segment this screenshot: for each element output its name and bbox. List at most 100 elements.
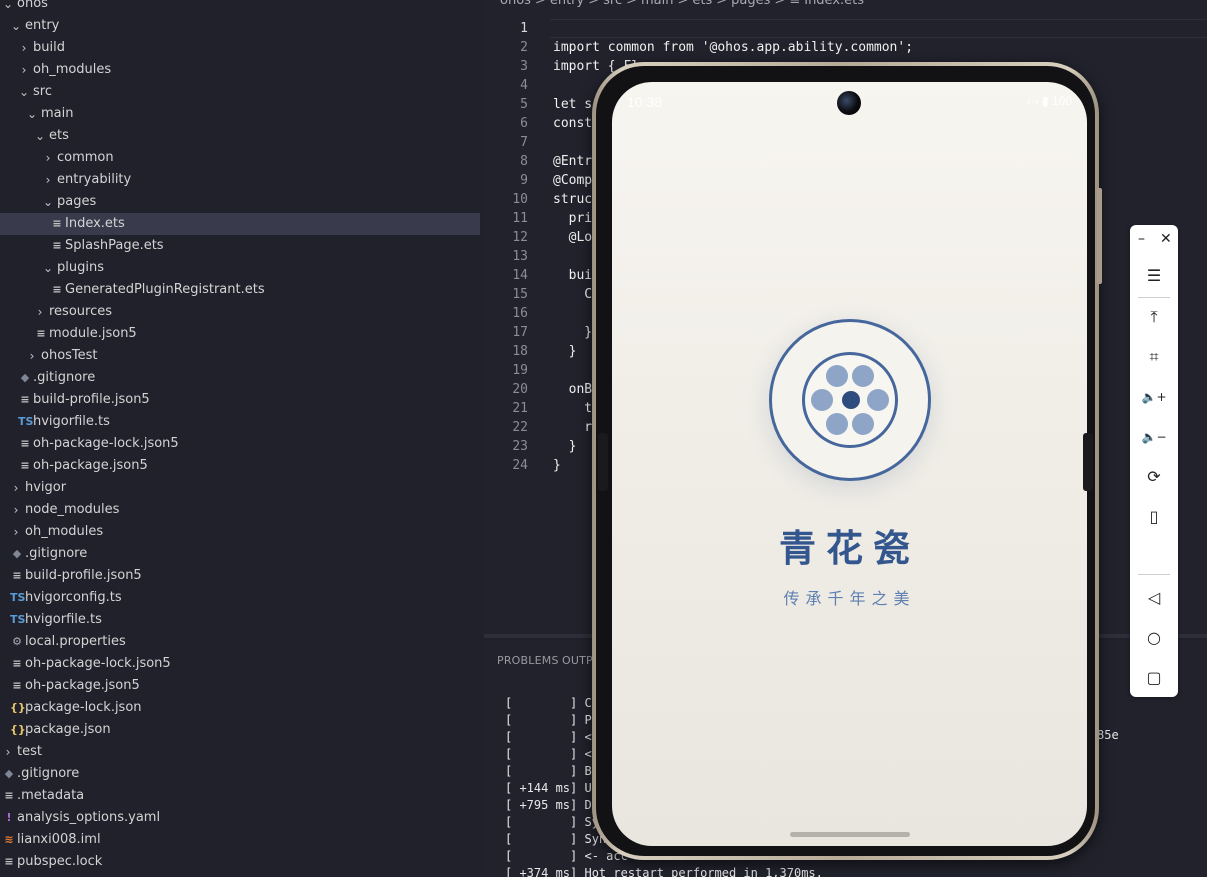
home-indicator[interactable] [790,832,910,837]
chevron-right-icon[interactable]: › [42,147,54,169]
file-item[interactable]: ≡ build-profile.json5 [0,389,480,411]
code-line[interactable]: } [553,437,577,456]
chevron-down-icon[interactable]: ⌄ [34,125,46,147]
code-line[interactable]: t [553,399,592,418]
breadcrumb-item[interactable]: src [603,0,622,8]
folder-item[interactable]: ⌄ ohos [0,0,480,15]
file-item[interactable]: ≡ build-profile.json5 [0,565,480,587]
code-line[interactable]: const [553,114,592,133]
code-line[interactable]: pri [553,209,593,228]
chevron-right-icon[interactable]: › [26,345,38,367]
chevron-down-icon[interactable]: ⌄ [26,103,38,125]
chevron-right-icon[interactable]: › [10,477,22,499]
code-line[interactable]: onB [553,380,593,399]
breadcrumb-item[interactable]: pages [731,0,770,8]
chevron-down-icon[interactable]: ⌄ [18,81,30,103]
code-line[interactable]: } [553,323,592,342]
file-item[interactable]: TS hvigorfile.ts [0,609,480,631]
file-item[interactable]: ≡ oh-package.json5 [0,455,480,477]
file-item[interactable]: {} package.json [0,719,480,741]
folder-item[interactable]: › node_modules [0,499,480,521]
close-icon[interactable]: ✕ [1160,231,1172,247]
chevron-right-icon[interactable]: › [2,741,14,763]
chevron-down-icon[interactable]: ⌄ [2,0,14,15]
file-item[interactable]: ≡ .metadata [0,785,480,807]
file-item[interactable]: ! analysis_options.yaml [0,807,480,829]
file-item[interactable]: TS hvigorfile.ts [0,411,480,433]
chevron-right-icon[interactable]: › [10,521,22,543]
chevron-down-icon[interactable]: ⌄ [42,191,54,213]
chevron-right-icon[interactable]: › [34,301,46,323]
breadcrumb-item[interactable]: ets [692,0,712,8]
code-line[interactable]: import common from '@ohos.app.ability.co… [553,38,913,57]
code-line[interactable]: struc [553,190,592,209]
code-line[interactable]: @Entr [553,152,592,171]
chevron-right-icon[interactable]: › [18,37,30,59]
folder-item[interactable]: › oh_modules [0,59,480,81]
menu-icon[interactable]: ☰ [1130,259,1178,293]
file-item[interactable]: ◆ .gitignore [0,367,480,389]
code-line[interactable]: r [553,418,592,437]
file-item[interactable]: ≋ lianxi008.iml [0,829,480,851]
home-icon[interactable]: ○ [1130,621,1178,655]
folder-item[interactable]: › hvigor [0,477,480,499]
folder-item[interactable]: ⌄ main [0,103,480,125]
chevron-right-icon[interactable]: › [10,499,22,521]
breadcrumb-item[interactable]: ohos [500,0,531,8]
file-item[interactable]: !pubspec.yaml [0,873,480,877]
file-item[interactable]: ≡ module.json5 [0,323,480,345]
device-screen[interactable]: 10:38 ‹·› ▮ 100 青花瓷 传承千年之美 [612,82,1087,846]
code-line[interactable]: } [553,342,577,361]
chevron-down-icon[interactable]: ⌄ [10,15,22,37]
folder-item[interactable]: › common [0,147,480,169]
rotate-icon[interactable]: ⟳ [1130,460,1178,494]
folder-item[interactable]: ⌄ entry [0,15,480,37]
folder-item[interactable]: ⌄ plugins [0,257,480,279]
chevron-right-icon[interactable]: › [42,169,54,191]
chevron-down-icon[interactable]: ⌄ [42,257,54,279]
folder-item[interactable]: › entryability [0,169,480,191]
file-item[interactable]: ≡ pubspec.lock [0,851,480,873]
file-item[interactable]: TS hvigorconfig.ts [0,587,480,609]
code-line[interactable]: bui [553,266,593,285]
breadcrumb-item[interactable]: ≡ [789,0,800,8]
file-item[interactable]: ≡ Index.ets [0,213,480,235]
file-item[interactable]: ≡ oh-package-lock.json5 [0,433,480,455]
volume-down-icon[interactable]: 🔈− [1130,420,1178,454]
tab-output[interactable]: OUTP [562,654,593,667]
code-line[interactable]: } [553,456,561,475]
folder-item[interactable]: › build [0,37,480,59]
breadcrumb-item[interactable]: Index.ets [804,0,864,8]
chevron-right-icon[interactable]: › [18,59,30,81]
minimize-icon[interactable]: – [1138,231,1145,247]
tab-problems[interactable]: PROBLEMS [497,654,559,667]
breadcrumb-item[interactable]: entry [550,0,584,8]
code-line[interactable]: @Comp [553,171,592,190]
breadcrumb-item[interactable]: main [641,0,673,8]
folder-item[interactable]: › ohosTest [0,345,480,367]
tree-item-label: src [33,84,52,99]
file-item[interactable]: {} package-lock.json [0,697,480,719]
fold-icon[interactable]: ▯ [1130,500,1178,534]
file-item[interactable]: ≡ GeneratedPluginRegistrant.ets [0,279,480,301]
code-line[interactable]: C [553,285,592,304]
pin-top-icon[interactable]: ⤒ [1130,300,1178,334]
folder-item[interactable]: ⌄ pages [0,191,480,213]
code-line[interactable]: let s [553,95,592,114]
folder-item[interactable]: › test [0,741,480,763]
recents-icon[interactable]: ▢ [1130,661,1178,695]
volume-up-icon[interactable]: 🔈+ [1130,380,1178,414]
screenshot-crop-icon[interactable]: ⌗ [1130,340,1178,374]
file-item[interactable]: ⚙ local.properties [0,631,480,653]
file-item[interactable]: ◆ .gitignore [0,763,480,785]
folder-item[interactable]: ⌄ ets [0,125,480,147]
file-item[interactable]: ◆ .gitignore [0,543,480,565]
file-item[interactable]: ≡ oh-package-lock.json5 [0,653,480,675]
file-item[interactable]: ≡ SplashPage.ets [0,235,480,257]
folder-item[interactable]: › oh_modules [0,521,480,543]
back-icon[interactable]: ◁ [1130,581,1178,615]
code-line[interactable]: @Lo [553,228,593,247]
folder-item[interactable]: ⌄ src [0,81,480,103]
file-item[interactable]: ≡ oh-package.json5 [0,675,480,697]
folder-item[interactable]: › resources [0,301,480,323]
